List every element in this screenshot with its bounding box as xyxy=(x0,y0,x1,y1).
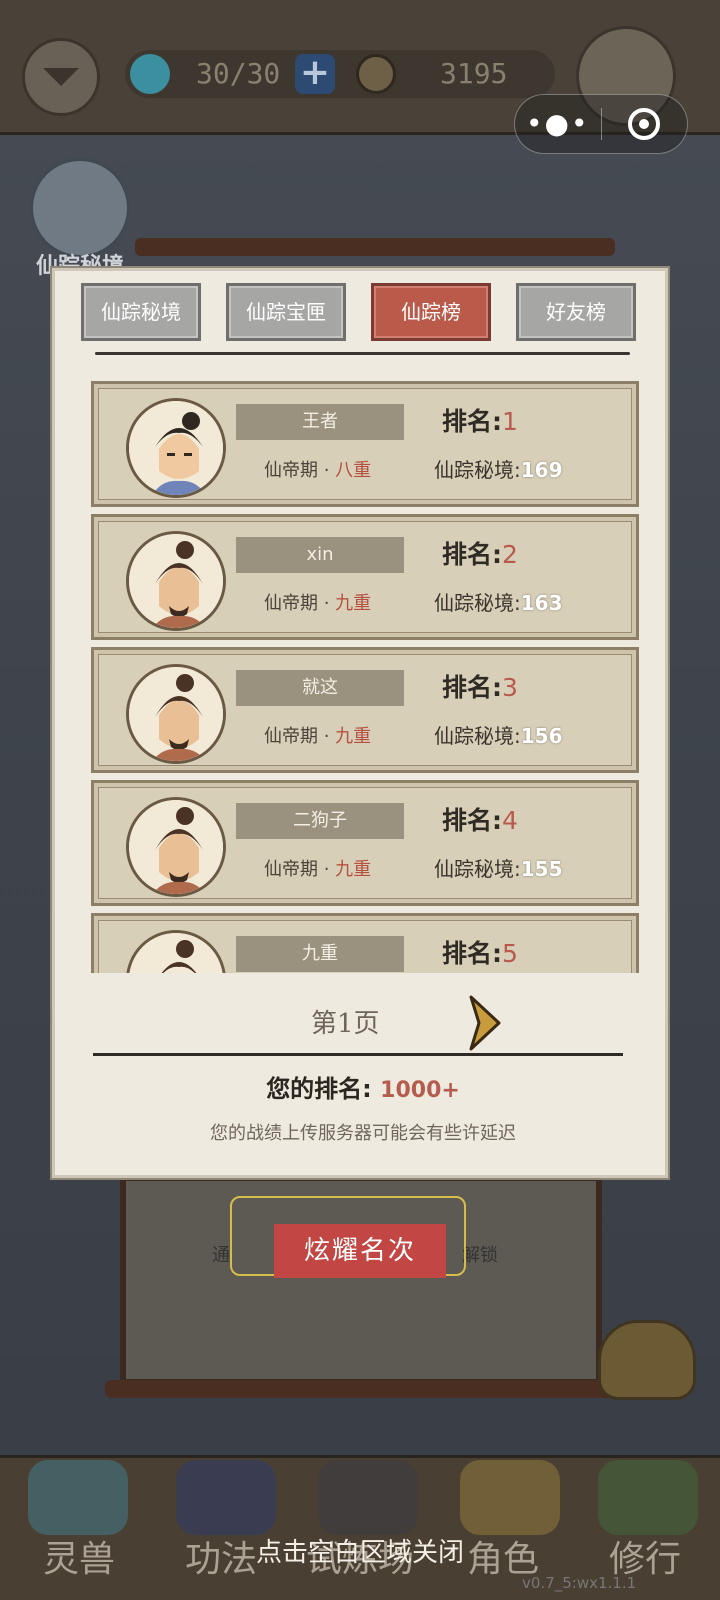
scroll-text-right: 解锁 xyxy=(462,1245,498,1266)
player-realm: 仙帝期 · 八重 xyxy=(264,460,372,481)
scroll-text-left: 通 xyxy=(212,1245,230,1266)
player-name: xin xyxy=(236,537,404,573)
score-text: 仙踪秘境:163 xyxy=(434,591,563,615)
straw-hat-icon[interactable] xyxy=(460,1460,560,1535)
spirit-beast-icon[interactable] xyxy=(28,1460,128,1535)
upload-delay-notice: 您的战绩上传服务器可能会有些许延迟 xyxy=(210,1123,516,1144)
player-realm: 仙帝期 · 九重 xyxy=(264,859,372,880)
tab-bar: 仙踪秘境 仙踪宝匣 仙踪榜 好友榜 xyxy=(81,283,641,345)
cauldron-icon[interactable] xyxy=(598,1320,696,1400)
score-text: 仙踪秘境:156 xyxy=(434,724,563,748)
pager: 第1页 xyxy=(55,993,671,1053)
player-name: 就这 xyxy=(236,670,404,706)
player-name: 二狗子 xyxy=(236,803,404,839)
ranking-row[interactable]: 王者 仙帝期 · 八重 排名:1 仙踪秘境:169 xyxy=(91,381,639,507)
coin-value: 3195 xyxy=(440,57,508,90)
ranking-row[interactable]: 二狗子 仙帝期 · 九重 排名:4 仙踪秘境:155 xyxy=(91,780,639,906)
player-portrait xyxy=(126,797,226,897)
player-name: 九重 xyxy=(236,936,404,972)
mountain-icon[interactable] xyxy=(318,1460,418,1535)
player-portrait xyxy=(126,531,226,631)
mini-program-capsule: •●• xyxy=(514,94,688,154)
chevron-right-icon xyxy=(469,995,501,1051)
tab-secret-realm[interactable]: 仙踪秘境 xyxy=(81,283,201,341)
player-portrait xyxy=(126,398,226,498)
ranking-row[interactable]: xin 仙帝期 · 九重 排名:2 仙踪秘境:163 xyxy=(91,514,639,640)
bottom-divider xyxy=(93,1053,623,1056)
add-stamina-button[interactable]: + xyxy=(295,54,335,94)
rank-label: 排名:1 xyxy=(442,407,518,436)
page-label: 第1页 xyxy=(311,1009,380,1039)
chevron-down-icon xyxy=(43,68,79,86)
score-text: 仙踪秘境:155 xyxy=(434,857,563,881)
more-options-icon[interactable]: •●• xyxy=(515,94,601,154)
version-text: v0.7_5:wx1.1.1 xyxy=(522,1574,637,1592)
tab-divider xyxy=(95,352,630,355)
close-mini-program-button[interactable] xyxy=(602,108,688,140)
score-text: 仙踪秘境:169 xyxy=(434,458,563,482)
player-realm: 仙帝期 · 九重 xyxy=(264,593,372,614)
copper-coin-icon xyxy=(356,54,396,94)
rank-label: 排名:3 xyxy=(442,673,518,702)
player-portrait xyxy=(126,930,226,973)
scroll-rod-bottom xyxy=(105,1380,620,1398)
my-rank: 您的排名: 1000+ xyxy=(266,1075,460,1103)
player-name: 王者 xyxy=(236,404,404,440)
tab-friends[interactable]: 好友榜 xyxy=(516,283,636,341)
next-page-button[interactable] xyxy=(465,993,505,1053)
rank-label: 排名:5 xyxy=(442,939,518,968)
close-hint[interactable]: 点击空白区域关闭 xyxy=(0,1532,720,1569)
ranking-row[interactable]: 九重 排名:5 xyxy=(91,913,639,973)
ranking-row[interactable]: 就这 仙帝期 · 九重 排名:3 仙踪秘境:156 xyxy=(91,647,639,773)
player-portrait xyxy=(126,664,226,764)
tab-ranking[interactable]: 仙踪榜 xyxy=(371,283,491,341)
blue-drop-icon xyxy=(130,54,170,94)
rank-label: 排名:4 xyxy=(442,806,518,835)
scroll-rod-top xyxy=(135,238,615,256)
player-realm: 仙帝期 · 九重 xyxy=(264,726,372,747)
dropdown-button[interactable] xyxy=(22,38,100,116)
tab-treasure-box[interactable]: 仙踪宝匣 xyxy=(226,283,346,341)
stamina-value: 30/30 xyxy=(196,57,281,90)
secret-realm-icon[interactable] xyxy=(30,158,130,258)
book-icon[interactable] xyxy=(176,1460,276,1535)
ranking-list[interactable]: 王者 仙帝期 · 八重 排名:1 仙踪秘境:169 xin 仙帝期 · 九重 排… xyxy=(91,381,639,973)
rank-label: 排名:2 xyxy=(442,540,518,569)
show-off-rank-button[interactable]: 炫耀名次 xyxy=(274,1224,446,1278)
leaderboard-dialog: 仙踪秘境 仙踪宝匣 仙踪榜 好友榜 王者 仙帝期 · 八重 排名:1 仙踪秘境:… xyxy=(52,268,668,1178)
gourd-icon[interactable] xyxy=(598,1460,698,1535)
target-close-icon xyxy=(628,108,661,140)
